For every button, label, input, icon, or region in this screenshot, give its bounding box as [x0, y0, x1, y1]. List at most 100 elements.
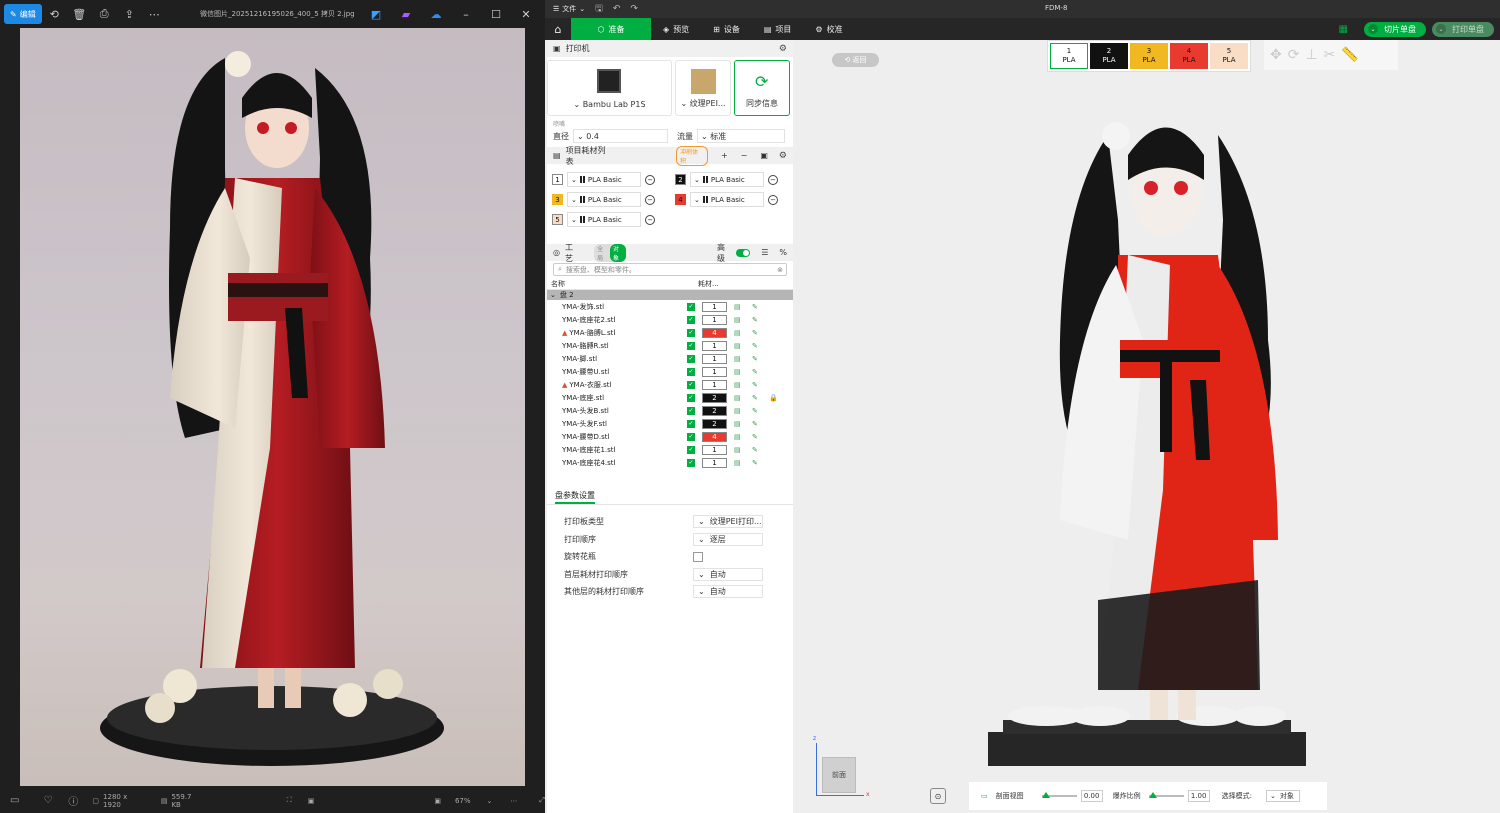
app-icon-2[interactable]: ▰ [393, 4, 419, 24]
camera-icon[interactable]: ⊙ [930, 788, 946, 804]
object-visible-checkbox[interactable]: ✓ [687, 328, 695, 337]
object-settings-icon[interactable]: ▤ [734, 433, 741, 441]
remove-filament-icon[interactable]: − [768, 174, 778, 185]
plate-type-selector[interactable]: ⌄ 纹理PEI... [675, 60, 731, 116]
object-visible-checkbox[interactable]: ✓ [687, 445, 695, 454]
object-filament-box[interactable]: 1 [702, 340, 727, 351]
object-visible-checkbox[interactable]: ✓ [687, 419, 695, 428]
object-visible-checkbox[interactable]: ✓ [687, 354, 695, 363]
object-row[interactable]: YMA-脚.stl ✓ 1 ▤ ✎ [547, 352, 793, 365]
favorite-icon[interactable]: ♡ [43, 795, 52, 806]
filament-slot[interactable]: 4 ⌄ PLA Basic − [675, 192, 778, 207]
object-filament-box[interactable]: 1 [702, 301, 727, 312]
object-row[interactable]: ▲ YMA-衣服.stl ✓ 1 ▤ ✎ [547, 378, 793, 391]
explode-ratio-slider[interactable] [1148, 792, 1184, 798]
paint-icon[interactable]: ✎ [752, 407, 758, 415]
object-visible-checkbox[interactable]: ✓ [687, 341, 695, 350]
filament-slot[interactable]: 5 ⌄ PLA Basic − [552, 212, 655, 227]
object-visible-checkbox[interactable]: ✓ [687, 380, 695, 389]
global-object-toggle[interactable]: 全局 对象 [594, 243, 626, 262]
object-row[interactable]: YMA-头发B.stl ✓ 2 ▤ ✎ [547, 404, 793, 417]
view-cube[interactable]: 前面 z x [813, 735, 870, 801]
object-row[interactable]: YMA-底座花4.stl ✓ 1 ▤ ✎ [547, 456, 793, 468]
tab-calibration[interactable]: ⚙ 校准 [803, 18, 854, 40]
gear-icon[interactable]: ⚙ [779, 44, 787, 54]
info-icon[interactable]: ⓘ [68, 793, 78, 808]
minimize-icon[interactable]: – [453, 4, 479, 24]
save-icon[interactable]: 🖫 [595, 1, 603, 17]
object-filament-box[interactable]: 1 [702, 314, 727, 325]
paint-icon[interactable]: ✎ [752, 459, 758, 467]
filament-select[interactable]: ⌄ PLA Basic [690, 172, 764, 187]
3d-viewport[interactable]: 1 PLA 2 PLA 3 PLA 4 PLA 5 PLA ⟲ 返回 ✥ ⟳ ⊥ ✂ 📏 [798, 40, 1500, 813]
select-mode-dropdown[interactable]: ⌄ 对象 [1265, 790, 1300, 802]
object-settings-icon[interactable]: ▤ [734, 355, 741, 363]
flow-select[interactable]: ⌄ 标准 [697, 129, 785, 143]
object-filament-box[interactable]: 4 [702, 327, 727, 338]
object-settings-icon[interactable]: ▤ [734, 446, 741, 454]
object-filament-box[interactable]: 1 [702, 366, 727, 377]
object-filament-box[interactable]: 4 [702, 431, 727, 442]
paint-icon[interactable]: ✎ [752, 316, 758, 324]
paint-icon[interactable]: ✎ [752, 368, 758, 376]
col-name[interactable]: 名称 [551, 279, 565, 289]
object-search[interactable]: ⌕ 搜索盘、模型和零件。 ⊗ [553, 263, 787, 276]
remove-icon[interactable]: − [741, 151, 748, 160]
col-filament[interactable]: 耗材... [698, 279, 719, 289]
object-row[interactable]: ▲ YMA-胳膊L.stl ✓ 4 ▤ ✎ [547, 326, 793, 339]
paint-icon[interactable]: ✎ [752, 394, 758, 402]
object-settings-icon[interactable]: ▤ [734, 407, 741, 415]
undo-icon[interactable]: ↶ [613, 4, 621, 14]
object-row[interactable]: YMA-底座.stl ✓ 2 ▤ ✎ 🔒 [547, 391, 793, 404]
object-filament-box[interactable]: 1 [702, 457, 727, 468]
delete-icon[interactable]: 🗑 [67, 4, 92, 24]
plate-icon[interactable]: ▦ [1339, 24, 1348, 35]
section-view-icon[interactable]: ▭ [981, 792, 988, 800]
object-visible-checkbox[interactable]: ✓ [687, 393, 695, 402]
spiral-vase-checkbox[interactable] [693, 551, 703, 562]
maximize-icon[interactable]: ☐ [483, 4, 509, 24]
gear-icon[interactable]: ⚙ [779, 151, 787, 161]
add-icon[interactable]: + [721, 151, 728, 160]
home-icon[interactable]: ⌂ [545, 18, 571, 40]
slice-plate-button[interactable]: ⌄ 切片单盘 [1364, 21, 1426, 37]
tab-preview[interactable]: ◈ 预览 [651, 18, 701, 40]
object-visible-checkbox[interactable]: ✓ [687, 302, 695, 311]
object-filament-box[interactable]: 1 [702, 379, 727, 390]
object-visible-checkbox[interactable]: ✓ [687, 315, 695, 324]
object-filament-box[interactable]: 2 [702, 418, 727, 429]
edit-button[interactable]: ✎ 编辑 [4, 4, 42, 24]
section-view-value[interactable]: 0.00 [1080, 790, 1103, 802]
object-visible-checkbox[interactable]: ✓ [687, 367, 695, 376]
object-row[interactable]: YMA-腰带U.stl ✓ 1 ▤ ✎ [547, 365, 793, 378]
object-settings-icon[interactable]: ▤ [734, 368, 741, 376]
object-settings-icon[interactable]: ▤ [734, 329, 741, 337]
explode-ratio-value[interactable]: 1.00 [1187, 790, 1210, 802]
share-icon[interactable]: ⇪ [117, 4, 142, 24]
paint-icon[interactable]: ✎ [752, 381, 758, 389]
object-row[interactable]: YMA-底座花1.stl ✓ 1 ▤ ✎ [547, 443, 793, 456]
more-icon[interactable]: ⋯ [142, 4, 167, 24]
filament-slot[interactable]: 1 ⌄ PLA Basic − [552, 172, 655, 187]
actual-size-icon[interactable]: ▣ [308, 797, 315, 805]
paint-icon[interactable]: ✎ [752, 329, 758, 337]
fit-icon[interactable]: ⛶ [287, 796, 292, 805]
diameter-select[interactable]: ⌄ 0.4 [573, 129, 668, 143]
remove-filament-icon[interactable]: − [645, 194, 655, 205]
object-visible-checkbox[interactable]: ✓ [687, 432, 695, 441]
sync-filament-icon[interactable]: ▣ [760, 151, 768, 160]
remove-filament-icon[interactable]: − [768, 194, 778, 205]
object-filament-box[interactable]: 2 [702, 405, 727, 416]
object-filament-box[interactable]: 2 [702, 392, 727, 403]
object-visible-checkbox[interactable]: ✓ [687, 406, 695, 415]
flush-volume-button[interactable]: 冲刷体积 [676, 145, 708, 166]
advanced-toggle[interactable] [736, 248, 751, 257]
app-icon-1[interactable]: ◩ [363, 4, 389, 24]
remove-filament-icon[interactable]: − [645, 174, 655, 185]
percent-icon[interactable]: % [779, 248, 787, 257]
object-settings-icon[interactable]: ▤ [734, 420, 741, 428]
object-settings-icon[interactable]: ▤ [734, 342, 741, 350]
object-visible-checkbox[interactable]: ✓ [687, 458, 695, 467]
sync-info-button[interactable]: ⟳ 同步信息 [734, 60, 790, 116]
paint-icon[interactable]: ✎ [752, 303, 758, 311]
